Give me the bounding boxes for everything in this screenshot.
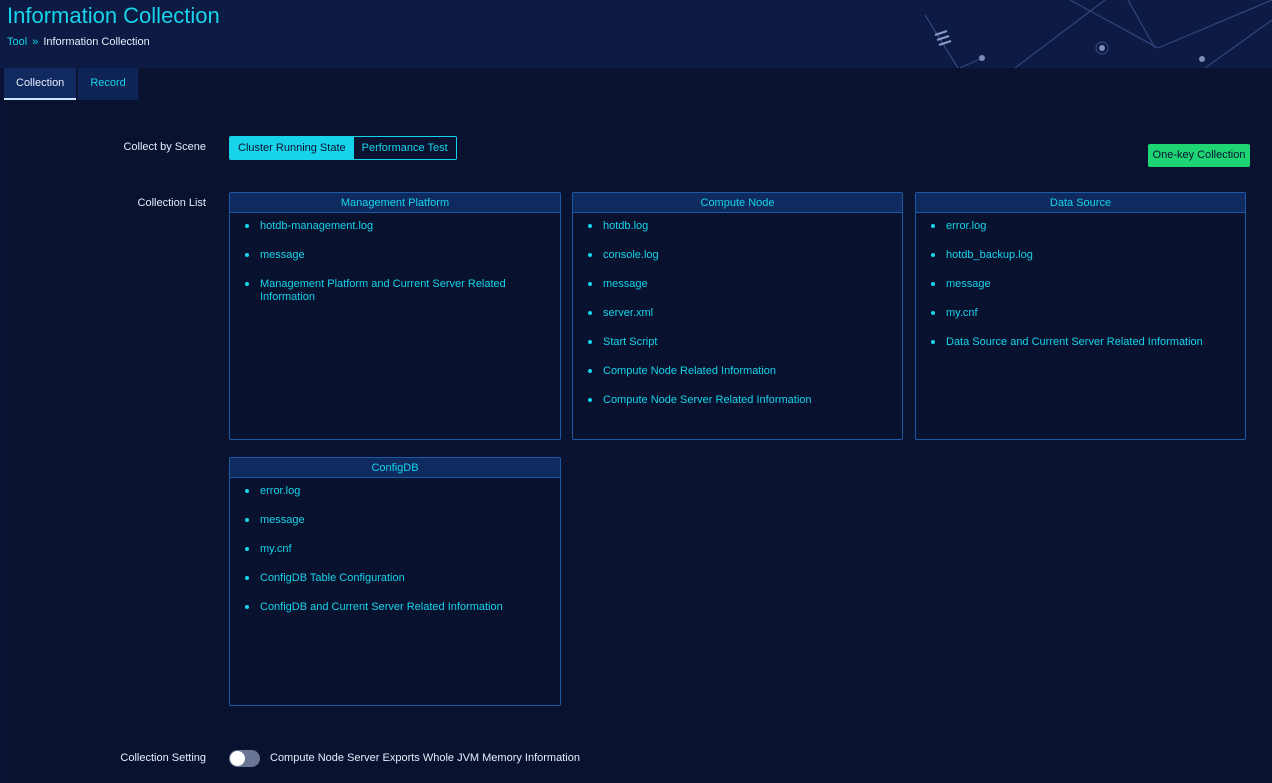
one-key-collection-button[interactable]: One-key Collection bbox=[1148, 144, 1250, 167]
collection-setting-label: Collection Setting bbox=[120, 752, 206, 764]
scene-performance-test-button[interactable]: Performance Test bbox=[354, 137, 456, 159]
list-item[interactable]: message bbox=[245, 249, 546, 262]
breadcrumb-tool-link[interactable]: Tool bbox=[7, 36, 27, 48]
list-item[interactable]: hotdb-management.log bbox=[245, 220, 546, 233]
scene-selector: Cluster Running State Performance Test bbox=[229, 136, 457, 160]
card-title: ConfigDB bbox=[230, 458, 560, 478]
circuit-decoration-icon bbox=[924, 0, 1272, 68]
list-item[interactable]: my.cnf bbox=[931, 307, 1231, 320]
list-item[interactable]: Management Platform and Current Server R… bbox=[245, 278, 546, 304]
list-item[interactable]: console.log bbox=[588, 249, 888, 262]
breadcrumb: Tool » Information Collection bbox=[7, 36, 150, 48]
list-item[interactable]: Start Script bbox=[588, 336, 888, 349]
main-content: Collection Record Collect by Scene Clust… bbox=[4, 68, 1272, 783]
jvm-memory-export-text: Compute Node Server Exports Whole JVM Me… bbox=[270, 752, 580, 764]
card-data-source: Data Source error.log hotdb_backup.log m… bbox=[915, 192, 1246, 440]
breadcrumb-current: Information Collection bbox=[43, 36, 150, 48]
list-item[interactable]: hotdb_backup.log bbox=[931, 249, 1231, 262]
list-item[interactable]: my.cnf bbox=[245, 543, 546, 556]
card-title: Compute Node bbox=[573, 193, 902, 213]
toggle-knob bbox=[230, 751, 245, 766]
scene-cluster-running-state-button[interactable]: Cluster Running State bbox=[230, 137, 354, 159]
list-item[interactable]: Compute Node Related Information bbox=[588, 365, 888, 378]
tab-record[interactable]: Record bbox=[78, 68, 138, 100]
card-configdb: ConfigDB error.log message my.cnf Config… bbox=[229, 457, 561, 706]
list-item[interactable]: hotdb.log bbox=[588, 220, 888, 233]
card-title: Management Platform bbox=[230, 193, 560, 213]
list-item[interactable]: error.log bbox=[931, 220, 1231, 233]
collection-list-label: Collection List bbox=[137, 197, 206, 209]
list-item[interactable]: error.log bbox=[245, 485, 546, 498]
list-item[interactable]: message bbox=[588, 278, 888, 291]
page-title: Information Collection bbox=[7, 3, 220, 28]
card-compute-node: Compute Node hotdb.log console.log messa… bbox=[572, 192, 903, 440]
list-item[interactable]: Compute Node Server Related Information bbox=[588, 394, 888, 407]
tab-collection[interactable]: Collection bbox=[4, 68, 77, 100]
list-item[interactable]: message bbox=[931, 278, 1231, 291]
double-chevron-right-icon: » bbox=[32, 36, 39, 48]
tab-bar: Collection Record bbox=[4, 68, 140, 100]
list-item[interactable]: server.xml bbox=[588, 307, 888, 320]
card-title: Data Source bbox=[916, 193, 1245, 213]
card-management-platform: Management Platform hotdb-management.log… bbox=[229, 192, 561, 440]
collect-by-scene-label: Collect by Scene bbox=[123, 141, 206, 153]
list-item[interactable]: ConfigDB Table Configuration bbox=[245, 572, 546, 585]
list-item[interactable]: ConfigDB and Current Server Related Info… bbox=[245, 601, 546, 614]
page-header: Information Collection Tool » Informatio… bbox=[0, 0, 1272, 68]
list-item[interactable]: message bbox=[245, 514, 546, 527]
jvm-memory-export-toggle[interactable] bbox=[229, 750, 260, 767]
list-item[interactable]: Data Source and Current Server Related I… bbox=[931, 336, 1231, 349]
